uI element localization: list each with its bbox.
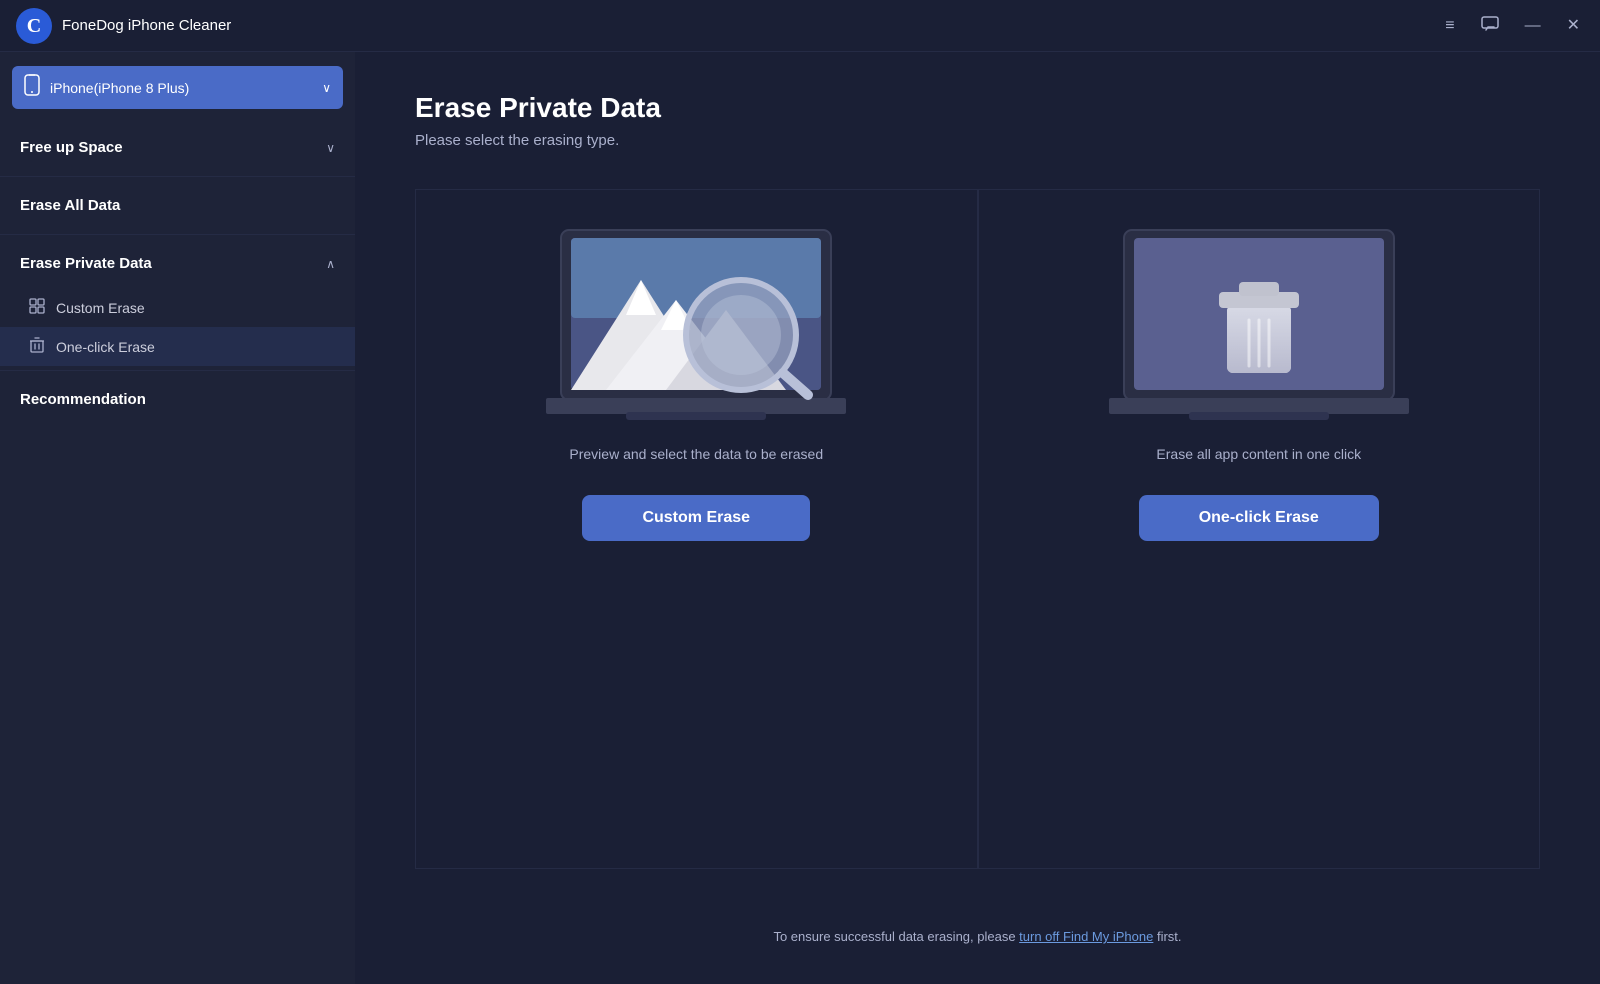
sidebar-section-header-free-up-space[interactable]: Free up Space ∨ [0,123,355,172]
menu-button[interactable]: ≡ [1441,14,1458,38]
recommendation-title: Recommendation [20,391,146,408]
erase-all-data-title: Erase All Data [20,197,120,214]
titlebar: C FoneDog iPhone Cleaner ≡ — ✕ [0,0,1600,52]
find-my-iphone-link[interactable]: turn off Find My iPhone [1019,929,1153,944]
divider-1 [0,176,355,177]
page-title: Erase Private Data [415,92,1540,124]
divider-3 [0,370,355,371]
sidebar: iPhone(iPhone 8 Plus) ∨ Free up Space ∨ … [0,52,355,984]
device-icon [24,74,40,101]
window-controls: ≡ — ✕ [1441,12,1584,40]
chat-button[interactable] [1477,12,1503,40]
erase-private-data-title: Erase Private Data [20,255,152,272]
sidebar-section-header-erase-private-data[interactable]: Erase Private Data ∧ [0,239,355,288]
page-subtitle: Please select the erasing type. [415,132,1540,149]
divider-2 [0,234,355,235]
sidebar-item-custom-erase[interactable]: Custom Erase [0,288,355,327]
erase-private-data-chevron-icon: ∧ [326,257,335,271]
sidebar-item-one-click-erase[interactable]: One-click Erase [0,327,355,366]
app-body: iPhone(iPhone 8 Plus) ∨ Free up Space ∨ … [0,52,1600,984]
sidebar-section-erase-private-data: Erase Private Data ∧ Custom Erase [0,239,355,366]
footer-note-suffix: first. [1153,929,1181,944]
app-logo: C [16,8,52,44]
device-chevron-icon: ∨ [322,81,331,95]
one-click-erase-card: Erase all app content in one click One-c… [978,189,1541,869]
one-click-erase-label: One-click Erase [56,339,155,355]
sidebar-section-free-up-space: Free up Space ∨ [0,123,355,172]
cards-row: Preview and select the data to be erased… [415,189,1540,869]
one-click-erase-button[interactable]: One-click Erase [1139,495,1379,541]
free-up-space-title: Free up Space [20,139,123,156]
minimize-button[interactable]: — [1521,14,1545,38]
one-click-erase-description: Erase all app content in one click [1156,444,1361,465]
grid-icon [28,298,46,317]
free-up-space-chevron-icon: ∨ [326,141,335,155]
footer-note: To ensure successful data erasing, pleas… [415,909,1540,944]
sidebar-section-header-erase-all-data[interactable]: Erase All Data [0,181,355,230]
sidebar-section-erase-all-data: Erase All Data [0,181,355,230]
main-content: Erase Private Data Please select the era… [355,52,1600,984]
device-name: iPhone(iPhone 8 Plus) [50,80,312,96]
sidebar-section-recommendation: Recommendation [0,375,355,424]
device-selector[interactable]: iPhone(iPhone 8 Plus) ∨ [12,66,343,109]
custom-erase-label: Custom Erase [56,300,145,316]
one-click-erase-illustration [1109,220,1409,420]
custom-erase-illustration [546,220,846,420]
custom-erase-card: Preview and select the data to be erased… [415,189,978,869]
footer-note-prefix: To ensure successful data erasing, pleas… [773,929,1019,944]
custom-erase-button[interactable]: Custom Erase [582,495,810,541]
trash-icon [28,337,46,356]
app-title: FoneDog iPhone Cleaner [62,17,1441,34]
custom-erase-description: Preview and select the data to be erased [569,444,823,465]
sidebar-section-header-recommendation[interactable]: Recommendation [0,375,355,424]
svg-text:C: C [27,15,41,37]
close-button[interactable]: ✕ [1563,14,1584,38]
